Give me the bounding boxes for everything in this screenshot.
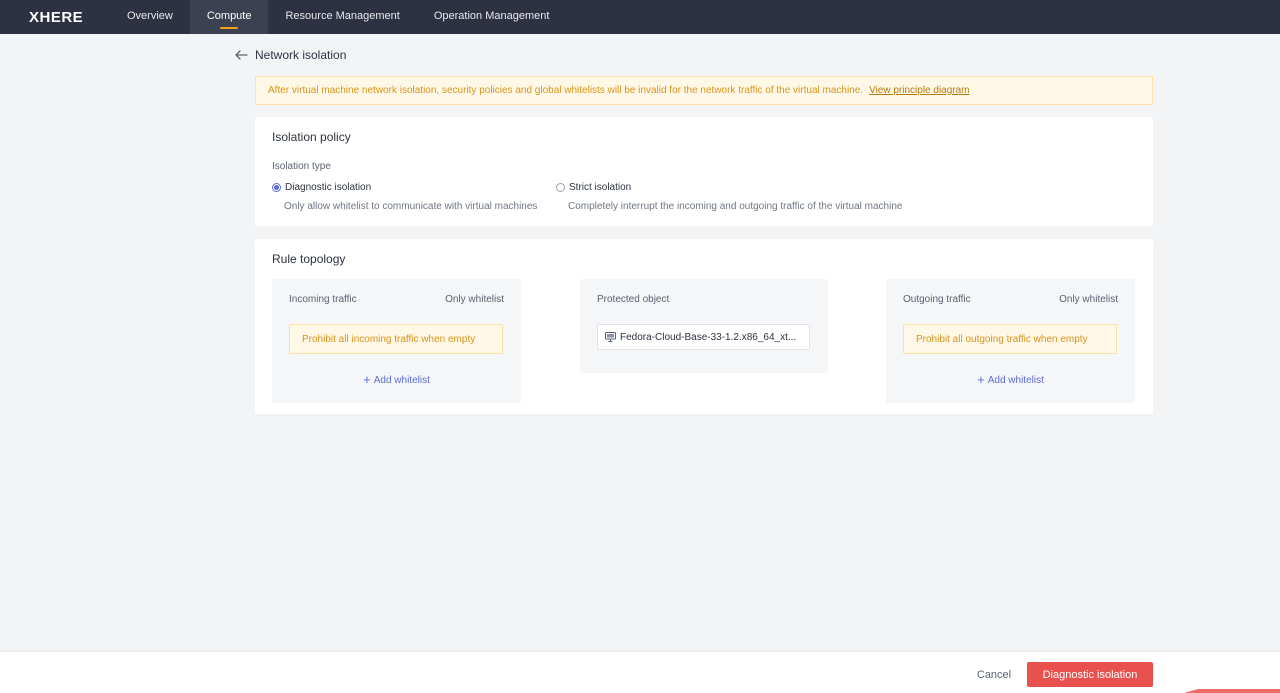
incoming-mode-label: Only whitelist bbox=[445, 294, 504, 305]
radio-label-diagnostic: Diagnostic isolation bbox=[285, 182, 372, 193]
add-incoming-whitelist-button[interactable]: + Add whitelist bbox=[272, 372, 521, 387]
plus-icon: + bbox=[977, 372, 985, 387]
plus-icon: + bbox=[363, 372, 371, 387]
radio-strict-isolation[interactable]: Strict isolation Completely interrupt th… bbox=[556, 182, 902, 212]
incoming-traffic-label: Incoming traffic bbox=[289, 294, 357, 305]
radio-diagnostic-isolation[interactable]: Diagnostic isolation Only allow whitelis… bbox=[272, 182, 537, 212]
radio-description-strict: Completely interrupt the incoming and ou… bbox=[568, 201, 903, 212]
isolation-policy-card: Isolation policy Isolation type Diagnost… bbox=[255, 117, 1153, 226]
outgoing-mode-label: Only whitelist bbox=[1059, 294, 1118, 305]
radio-checked-icon[interactable] bbox=[272, 183, 281, 192]
add-outgoing-whitelist-label: Add whitelist bbox=[987, 375, 1044, 386]
rule-topology-title: Rule topology bbox=[272, 252, 346, 266]
warning-banner: After virtual machine network isolation,… bbox=[255, 76, 1153, 105]
outgoing-empty-warning: Prohibit all outgoing traffic when empty bbox=[903, 324, 1117, 354]
outgoing-traffic-panel: Outgoing traffic Only whitelist Prohibit… bbox=[886, 279, 1135, 403]
footer-action-bar: Cancel Diagnostic isolation bbox=[0, 652, 1280, 693]
monitor-icon bbox=[605, 332, 616, 342]
view-principle-diagram-link[interactable]: View principle diagram bbox=[869, 85, 969, 96]
page-header: Network isolation bbox=[234, 46, 346, 64]
protected-object-panel: Protected object Fedora-Cloud-Base-33-1.… bbox=[580, 279, 828, 373]
radio-unchecked-icon[interactable] bbox=[556, 183, 565, 192]
incoming-empty-warning: Prohibit all incoming traffic when empty bbox=[289, 324, 503, 354]
nav-item-overview[interactable]: Overview bbox=[110, 0, 190, 34]
radio-label-strict: Strict isolation bbox=[569, 182, 632, 193]
isolation-policy-title: Isolation policy bbox=[272, 130, 351, 144]
cancel-button[interactable]: Cancel bbox=[964, 663, 1024, 687]
rule-topology-card: Rule topology Incoming traffic Only whit… bbox=[255, 239, 1153, 414]
nav-item-compute[interactable]: Compute bbox=[189, 0, 269, 34]
add-outgoing-whitelist-button[interactable]: + Add whitelist bbox=[886, 372, 1135, 387]
protected-vm-chip[interactable]: Fedora-Cloud-Base-33-1.2.x86_64_xt... bbox=[597, 324, 810, 350]
nav-item-operation-management[interactable]: Operation Management bbox=[417, 0, 567, 34]
protected-object-label: Protected object bbox=[597, 294, 670, 305]
radio-description-diagnostic: Only allow whitelist to communicate with… bbox=[284, 201, 538, 212]
nav-item-resource-management[interactable]: Resource Management bbox=[268, 0, 416, 34]
arrow-left-icon[interactable] bbox=[234, 48, 248, 62]
top-navigation-bar: XHERE Overview Compute Resource Manageme… bbox=[0, 0, 1280, 34]
corner-decoration-icon bbox=[1184, 689, 1280, 693]
isolation-type-label: Isolation type bbox=[272, 161, 331, 172]
page-title: Network isolation bbox=[255, 48, 347, 62]
brand-logo[interactable]: XHERE bbox=[0, 9, 110, 26]
diagnostic-isolation-submit-button[interactable]: Diagnostic isolation bbox=[1027, 662, 1153, 687]
banner-message: After virtual machine network isolation,… bbox=[268, 85, 864, 96]
protected-vm-name: Fedora-Cloud-Base-33-1.2.x86_64_xt... bbox=[620, 331, 797, 343]
outgoing-traffic-label: Outgoing traffic bbox=[903, 294, 971, 305]
main-nav: Overview Compute Resource Management Ope… bbox=[110, 0, 566, 34]
add-incoming-whitelist-label: Add whitelist bbox=[373, 375, 430, 386]
incoming-traffic-panel: Incoming traffic Only whitelist Prohibit… bbox=[272, 279, 521, 403]
